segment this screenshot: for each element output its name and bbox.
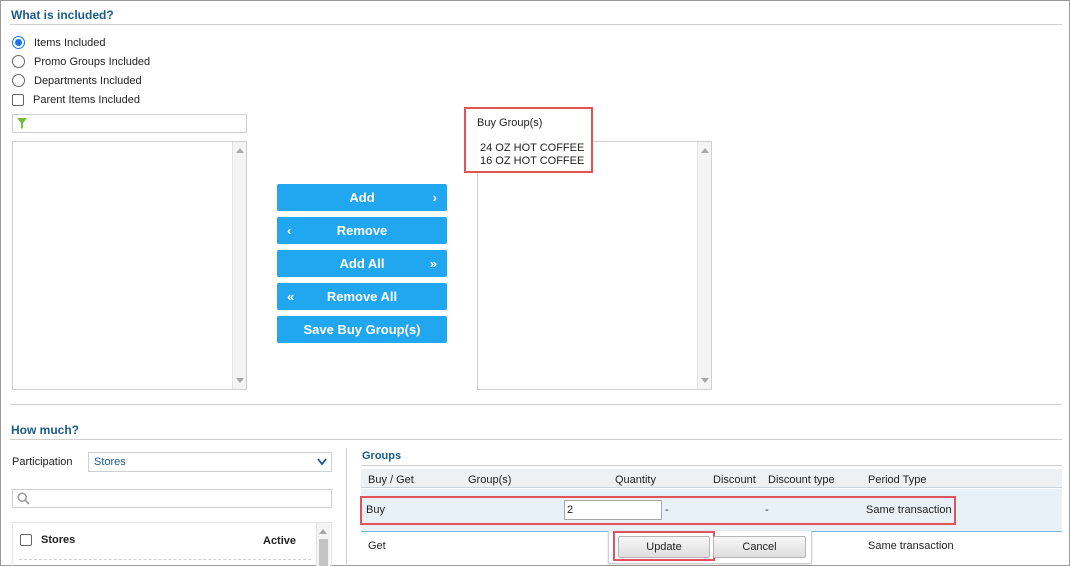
- available-items-list[interactable]: [12, 141, 247, 390]
- column-header-quantity: Quantity: [615, 474, 656, 486]
- list-item[interactable]: 16 OZ HOT COFFEE: [480, 155, 584, 168]
- radio-promo-groups-included[interactable]: [12, 55, 25, 68]
- chevron-down-icon: [317, 458, 327, 466]
- period-type-cell: Same transaction: [868, 540, 954, 552]
- quantity-input[interactable]: 2: [564, 500, 662, 520]
- option-label: Departments Included: [34, 74, 142, 87]
- scroll-up-icon[interactable]: [319, 529, 327, 534]
- stores-search-input[interactable]: [12, 489, 332, 508]
- included-options: Items Included Promo Groups Included Dep…: [12, 33, 150, 109]
- option-label: Parent Items Included: [33, 93, 141, 106]
- option-departments-included[interactable]: Departments Included: [12, 71, 150, 90]
- add-button-label: Add: [349, 190, 375, 205]
- radio-items-included[interactable]: [12, 36, 25, 49]
- section-divider: [10, 404, 1062, 405]
- column-header-discount-type: Discount type: [768, 474, 835, 486]
- section-title-included: What is included?: [11, 8, 114, 22]
- scroll-down-icon[interactable]: [701, 378, 709, 383]
- add-all-button-label: Add All: [339, 256, 385, 271]
- column-header-groups: Group(s): [468, 474, 512, 486]
- scrollbar[interactable]: [697, 142, 711, 389]
- funnel-icon: [17, 118, 27, 129]
- chevron-right-icon: ›: [432, 190, 437, 205]
- scroll-up-icon[interactable]: [701, 148, 709, 153]
- double-chevron-left-icon: «: [287, 289, 295, 304]
- buy-group-items: 24 OZ HOT COFFEE 16 OZ HOT COFFEE: [480, 142, 584, 168]
- radio-departments-included[interactable]: [12, 74, 25, 87]
- buy-get-cell: Get: [368, 540, 386, 552]
- filter-input[interactable]: [12, 114, 247, 133]
- remove-button-label: Remove: [336, 223, 388, 238]
- participation-value: Stores: [94, 456, 126, 468]
- quantity-value: 2: [567, 504, 574, 516]
- groups-divider: [361, 465, 1062, 466]
- buy-group-callout: Buy Group(s) 24 OZ HOT COFFEE 16 OZ HOT …: [464, 107, 593, 173]
- buy-get-cell: Buy: [366, 504, 385, 516]
- remove-button[interactable]: ‹ Remove: [277, 217, 447, 244]
- row-divider: [19, 559, 311, 560]
- double-chevron-right-icon: »: [429, 256, 437, 271]
- scrollbar[interactable]: [316, 523, 330, 566]
- column-header-period-type: Period Type: [868, 474, 927, 486]
- column-header-discount: Discount: [713, 474, 756, 486]
- add-button[interactable]: Add ›: [277, 184, 447, 211]
- checkbox-parent-items-included[interactable]: [12, 93, 24, 106]
- scroll-down-icon[interactable]: [236, 378, 244, 383]
- save-button-label: Save Buy Group(s): [303, 322, 421, 337]
- groups-title: Groups: [362, 450, 402, 462]
- vertical-divider: [346, 448, 347, 566]
- add-all-button[interactable]: Add All »: [277, 250, 447, 277]
- remove-all-button[interactable]: « Remove All: [277, 283, 447, 310]
- cancel-button-label: Cancel: [742, 541, 777, 553]
- discount-cell: -: [665, 504, 669, 516]
- search-icon: [17, 492, 30, 505]
- active-column-header: Active: [263, 535, 297, 547]
- section-divider: [10, 24, 1062, 25]
- stores-table: Stores Active: [12, 522, 332, 566]
- stores-column-header: Stores: [41, 534, 76, 546]
- scroll-up-icon[interactable]: [236, 148, 244, 153]
- buy-group-label: Buy Group(s): [477, 117, 543, 129]
- option-label: Items Included: [34, 36, 106, 49]
- remove-all-button-label: Remove All: [326, 289, 398, 304]
- cancel-button[interactable]: Cancel: [713, 536, 806, 558]
- save-buy-groups-button[interactable]: Save Buy Group(s): [277, 316, 447, 343]
- participation-select[interactable]: Stores: [88, 452, 332, 472]
- section-divider: [10, 439, 1062, 440]
- column-header-buy-get: Buy / Get: [368, 474, 414, 486]
- option-label: Promo Groups Included: [34, 55, 151, 68]
- update-button-callout: [613, 531, 715, 561]
- list-item[interactable]: 24 OZ HOT COFFEE: [480, 142, 584, 155]
- period-type-cell: Same transaction: [866, 504, 952, 516]
- option-parent-items-included[interactable]: Parent Items Included: [12, 90, 150, 109]
- scrollbar[interactable]: [232, 142, 246, 389]
- option-promo-groups-included[interactable]: Promo Groups Included: [12, 52, 150, 71]
- option-items-included[interactable]: Items Included: [12, 33, 150, 52]
- chevron-left-icon: ‹: [287, 223, 292, 238]
- selected-items-list[interactable]: [477, 141, 712, 390]
- section-title-how-much: How much?: [11, 423, 79, 437]
- groups-header-row: [361, 469, 1062, 488]
- discount-type-cell: -: [765, 504, 769, 516]
- select-all-stores-checkbox[interactable]: [20, 534, 32, 546]
- participation-label: Participation: [12, 456, 73, 468]
- scroll-thumb[interactable]: [319, 539, 328, 566]
